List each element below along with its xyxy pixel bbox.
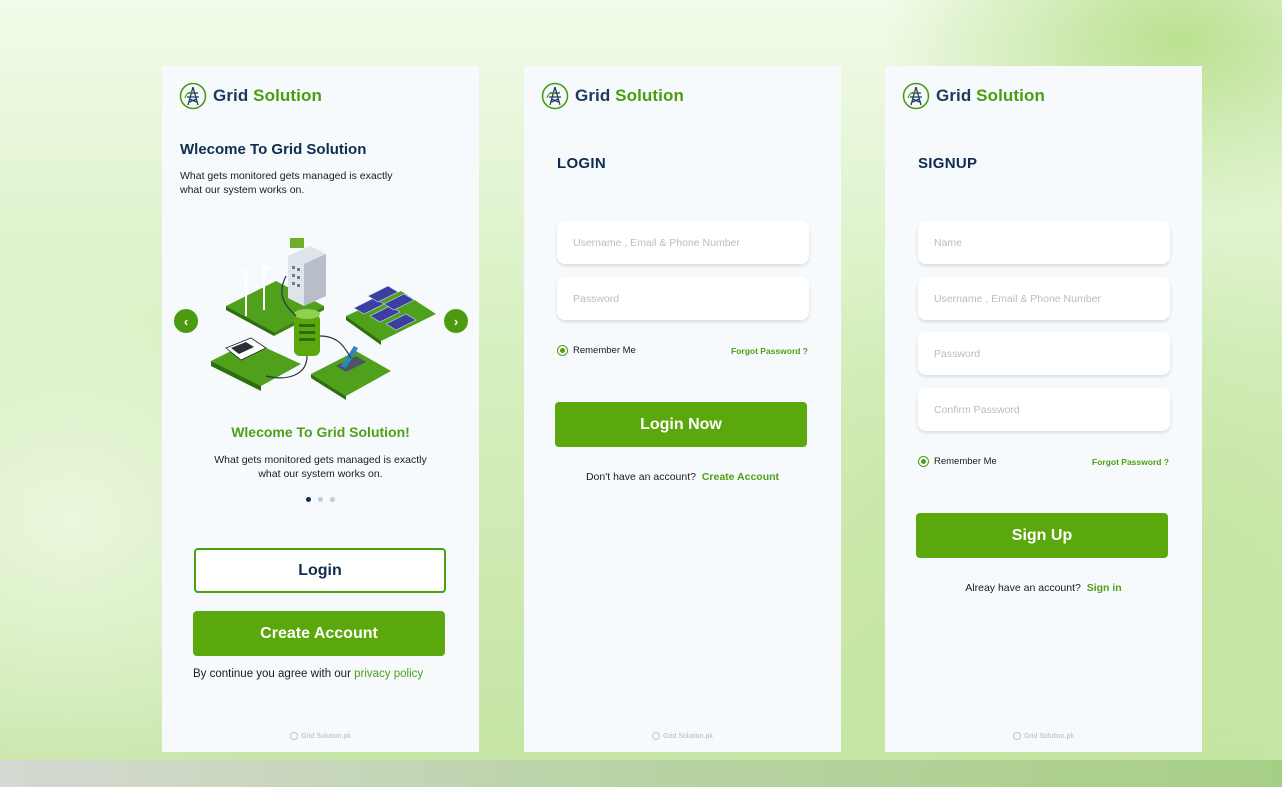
login-title: LOGIN: [557, 155, 606, 172]
signup-title: SIGNUP: [918, 155, 978, 172]
privacy-policy-link[interactable]: privacy policy: [354, 668, 423, 680]
create-account-button[interactable]: Create Account: [193, 611, 445, 656]
carousel-dot[interactable]: [330, 497, 335, 502]
carousel-dot[interactable]: [318, 497, 323, 502]
footer: Grid Solution.pk: [162, 732, 479, 740]
confirm-password-input[interactable]: Confirm Password: [918, 388, 1170, 431]
login-now-button[interactable]: Login Now: [555, 402, 807, 447]
username-input[interactable]: Username , Email & Phone Number: [557, 221, 809, 264]
login-screen: Grid Solution LOGIN Username , Email & P…: [524, 66, 841, 752]
brand-name: Grid Solution: [936, 86, 1045, 105]
password-input[interactable]: Password: [918, 332, 1170, 375]
footer-text: Grid Solution.pk: [663, 732, 713, 740]
transmission-tower-icon: [179, 82, 207, 110]
carousel-slide-title: Wlecome To Grid Solution!: [231, 424, 410, 440]
login-button[interactable]: Login: [194, 548, 446, 593]
brand: Grid Solution: [179, 82, 322, 110]
privacy-notice: By continue you agree with our privacy p…: [193, 668, 423, 680]
remember-me-label: Remember Me: [573, 345, 636, 356]
globe-icon: [652, 732, 661, 740]
forgot-password-link[interactable]: Forgot Password ?: [1092, 457, 1169, 467]
footer: Grid Solution.pk: [524, 732, 841, 740]
bottom-strip: [0, 760, 1282, 787]
brand-name: Grid Solution: [575, 86, 684, 105]
brand-name: Grid Solution: [213, 86, 322, 105]
username-input[interactable]: Username , Email & Phone Number: [918, 277, 1170, 320]
carousel-dot[interactable]: [306, 497, 311, 502]
privacy-notice-text: By continue you agree with our: [193, 668, 355, 680]
transmission-tower-icon: [541, 82, 569, 110]
globe-icon: [1013, 732, 1022, 740]
create-account-link[interactable]: Create Account: [702, 471, 779, 483]
no-account-text: Don't have an account?: [585, 471, 696, 483]
carousel-next-button[interactable]: ›: [444, 309, 468, 333]
remember-me-toggle[interactable]: Remember Me: [557, 345, 636, 356]
carousel-slide-text: What gets monitored gets managed is exac…: [214, 454, 427, 480]
globe-icon: [290, 732, 299, 740]
create-account-prompt: Don't have an account? Create Account: [524, 471, 841, 483]
signup-screen: Grid Solution SIGNUP Name Username , Ema…: [885, 66, 1202, 752]
remember-me-label: Remember Me: [934, 456, 997, 467]
remember-me-toggle[interactable]: Remember Me: [918, 456, 997, 467]
carousel-prev-button[interactable]: ‹: [174, 309, 198, 333]
welcome-screen: Grid Solution Wlecome To Grid Solution W…: [162, 66, 479, 752]
welcome-heading: Wlecome To Grid Solution: [180, 141, 367, 158]
forgot-password-link[interactable]: Forgot Password ?: [731, 346, 808, 356]
footer-text: Grid Solution.pk: [1024, 732, 1074, 740]
welcome-description: What gets monitored gets managed is exac…: [180, 170, 393, 196]
brand: Grid Solution: [541, 82, 684, 110]
radio-selected-icon: [918, 456, 929, 467]
have-account-text: Alreay have an account?: [965, 582, 1081, 594]
sign-in-prompt: Alreay have an account? Sign in: [885, 582, 1202, 594]
brand: Grid Solution: [902, 82, 1045, 110]
password-input[interactable]: Password: [557, 277, 809, 320]
footer: Grid Solution.pk: [885, 732, 1202, 740]
sign-up-button[interactable]: Sign Up: [916, 513, 1168, 558]
radio-selected-icon: [557, 345, 568, 356]
transmission-tower-icon: [902, 82, 930, 110]
smart-grid-illustration: [211, 238, 436, 400]
chevron-right-icon: ›: [453, 313, 459, 329]
sign-in-link[interactable]: Sign in: [1087, 582, 1122, 594]
chevron-left-icon: ‹: [183, 313, 189, 329]
footer-text: Grid Solution.pk: [301, 732, 351, 740]
carousel-pagination: [162, 497, 479, 502]
name-input[interactable]: Name: [918, 221, 1170, 264]
